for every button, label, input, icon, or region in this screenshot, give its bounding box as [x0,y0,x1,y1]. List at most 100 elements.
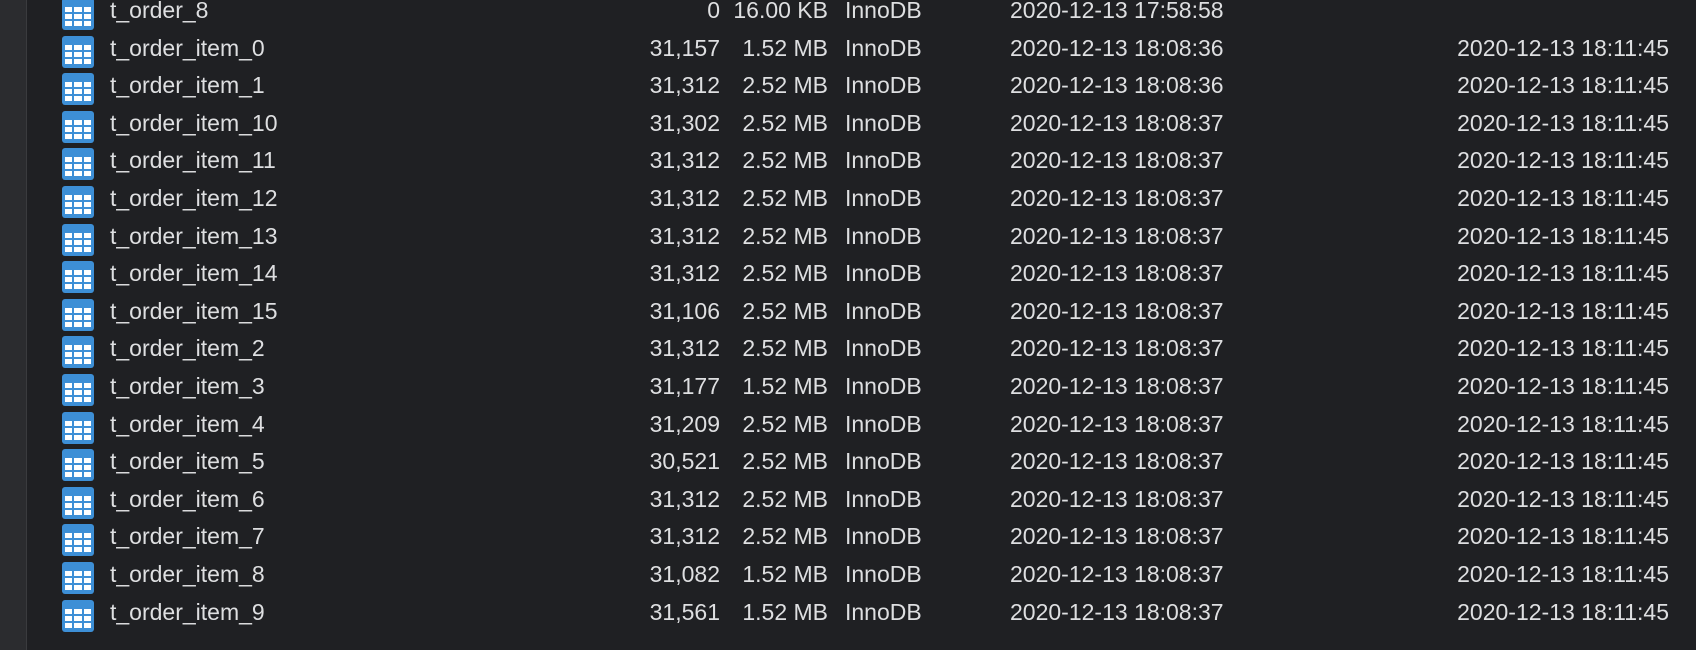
table-name: t_order_item_5 [110,448,265,475]
table-row[interactable]: t_order_item_11 31,312 2.52 MB InnoDB 20… [27,142,1696,181]
table-data-size: 2.52 MB [742,410,828,437]
table-grid-icon [62,561,94,594]
table-row[interactable]: t_order_item_8 31,082 1.52 MB InnoDB 202… [27,556,1696,594]
table-created-date: 2020-12-13 18:08:37 [1010,560,1224,587]
table-name: t_order_item_2 [110,335,265,362]
table-created-date: 2020-12-13 17:58:58 [1010,0,1224,23]
table-engine: InnoDB [845,598,922,625]
table-name: t_order_item_12 [110,184,278,211]
table-name: t_order_item_11 [110,147,276,174]
table-modified-date: 2020-12-13 18:11:45 [1457,297,1669,324]
table-created-date: 2020-12-13 18:08:37 [1010,410,1224,437]
table-modified-date: 2020-12-13 18:11:45 [1457,523,1669,550]
table-engine: InnoDB [845,485,922,512]
table-name: t_order_item_13 [110,222,278,249]
table-created-date: 2020-12-13 18:08:37 [1010,598,1224,625]
table-created-date: 2020-12-13 18:08:37 [1010,109,1224,136]
table-name: t_order_item_10 [110,109,278,136]
tables-list-rows: t_order_8 0 16.00 KB InnoDB 2020-12-13 1… [27,0,1696,632]
table-row[interactable]: t_order_item_2 31,312 2.52 MB InnoDB 202… [27,330,1696,369]
table-data-size: 2.52 MB [742,260,828,287]
table-grid-icon [62,599,94,632]
table-created-date: 2020-12-13 18:08:37 [1010,523,1224,550]
table-modified-date: 2020-12-13 18:11:45 [1457,109,1669,136]
table-row[interactable]: t_order_item_15 31,106 2.52 MB InnoDB 20… [27,293,1696,331]
table-row[interactable]: t_order_item_12 31,312 2.52 MB InnoDB 20… [27,180,1696,218]
table-name: t_order_item_3 [110,372,265,399]
table-row[interactable]: t_order_item_9 31,561 1.52 MB InnoDB 202… [27,594,1696,632]
table-grid-icon [62,336,94,369]
table-engine: InnoDB [845,72,922,99]
table-grid-icon [62,185,94,218]
table-row[interactable]: t_order_8 0 16.00 KB InnoDB 2020-12-13 1… [27,0,1696,30]
table-engine: InnoDB [845,448,922,475]
table-engine: InnoDB [845,222,922,249]
table-row-count: 31,312 [649,147,720,174]
table-row-count: 31,312 [649,184,720,211]
table-data-size: 2.52 MB [742,523,828,550]
table-engine: InnoDB [845,147,922,174]
table-row[interactable]: t_order_item_6 31,312 2.52 MB InnoDB 202… [27,481,1696,519]
table-created-date: 2020-12-13 18:08:37 [1010,222,1224,249]
table-row-count: 31,082 [649,560,720,587]
table-created-date: 2020-12-13 18:08:36 [1010,72,1224,99]
table-engine: InnoDB [845,372,922,399]
table-grid-icon [62,524,94,557]
table-engine: InnoDB [845,335,922,362]
table-modified-date: 2020-12-13 18:11:45 [1457,147,1669,174]
table-row-count: 31,312 [649,485,720,512]
table-row-count: 31,312 [649,260,720,287]
table-row-count: 0 [707,0,720,23]
table-modified-date: 2020-12-13 18:11:45 [1457,372,1669,399]
table-engine: InnoDB [845,109,922,136]
table-modified-date: 2020-12-13 18:11:45 [1457,184,1669,211]
table-data-size: 1.52 MB [742,372,828,399]
tables-list[interactable]: t_order_8 0 16.00 KB InnoDB 2020-12-13 1… [27,0,1696,650]
table-row-count: 31,157 [649,34,720,61]
table-modified-date: 2020-12-13 18:11:45 [1457,34,1669,61]
table-grid-icon [62,261,94,294]
table-row[interactable]: t_order_item_4 31,209 2.52 MB InnoDB 202… [27,406,1696,444]
table-grid-icon [62,148,94,181]
table-row[interactable]: t_order_item_13 31,312 2.52 MB InnoDB 20… [27,218,1696,256]
table-row[interactable]: t_order_item_1 31,312 2.52 MB InnoDB 202… [27,67,1696,106]
table-row[interactable]: t_order_item_14 31,312 2.52 MB InnoDB 20… [27,255,1696,294]
table-data-size: 2.52 MB [742,448,828,475]
table-grid-icon [62,35,94,68]
table-name: t_order_item_6 [110,485,265,512]
table-row[interactable]: t_order_item_7 31,312 2.52 MB InnoDB 202… [27,518,1696,557]
table-row-count: 31,312 [649,72,720,99]
table-engine: InnoDB [845,523,922,550]
table-created-date: 2020-12-13 18:08:37 [1010,260,1224,287]
table-modified-date: 2020-12-13 18:11:45 [1457,485,1669,512]
table-engine: InnoDB [845,560,922,587]
table-modified-date: 2020-12-13 18:11:45 [1457,260,1669,287]
table-engine: InnoDB [845,184,922,211]
table-engine: InnoDB [845,297,922,324]
table-grid-icon [62,0,94,30]
table-data-size: 16.00 KB [733,0,828,23]
table-data-size: 2.52 MB [742,485,828,512]
table-row-count: 31,302 [649,109,720,136]
table-grid-icon [62,298,94,331]
table-data-size: 1.52 MB [742,34,828,61]
table-row[interactable]: t_order_item_3 31,177 1.52 MB InnoDB 202… [27,368,1696,406]
table-created-date: 2020-12-13 18:08:36 [1010,34,1224,61]
table-created-date: 2020-12-13 18:08:37 [1010,485,1224,512]
table-row-count: 31,312 [649,335,720,362]
table-row[interactable]: t_order_item_5 30,521 2.52 MB InnoDB 202… [27,443,1696,482]
table-row[interactable]: t_order_item_10 31,302 2.52 MB InnoDB 20… [27,105,1696,143]
sidebar-edge [0,0,27,650]
table-created-date: 2020-12-13 18:08:37 [1010,184,1224,211]
table-modified-date: 2020-12-13 18:11:45 [1457,222,1669,249]
table-row-count: 31,106 [649,297,720,324]
table-data-size: 1.52 MB [742,598,828,625]
table-modified-date: 2020-12-13 18:11:45 [1457,598,1669,625]
table-name: t_order_item_9 [110,598,265,625]
table-row[interactable]: t_order_item_0 31,157 1.52 MB InnoDB 202… [27,30,1696,68]
table-grid-icon [62,223,94,256]
table-grid-icon [62,373,94,406]
table-engine: InnoDB [845,0,922,23]
table-grid-icon [62,486,94,519]
table-created-date: 2020-12-13 18:08:37 [1010,448,1224,475]
